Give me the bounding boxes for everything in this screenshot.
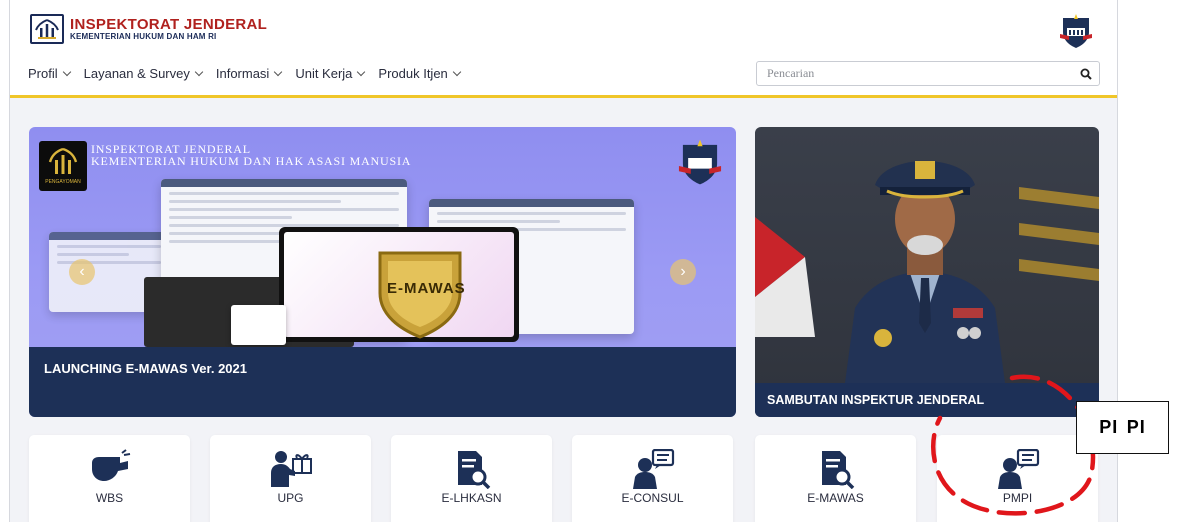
person-chat-icon: [997, 449, 1039, 489]
hero-slider[interactable]: PENGAYOMAN INSPEKTORAT JENDERAL KEMENTER…: [29, 127, 736, 417]
itjen-badge-icon: [674, 137, 726, 192]
search-input[interactable]: [757, 62, 1073, 85]
slide-org-name: INSPEKTORAT JENDERAL KEMENTERIAN HUKUM D…: [91, 143, 411, 167]
org-title: INSPEKTORAT JENDERAL: [70, 16, 268, 33]
chevron-down-icon: [274, 67, 283, 77]
slider-caption: LAUNCHING E-MAWAS Ver. 2021: [29, 347, 736, 417]
service-card-label: WBS: [95, 491, 124, 505]
service-card-wbs[interactable]: WBS: [29, 435, 190, 522]
service-card-label: E-MAWAS: [807, 491, 864, 505]
flag-decoration: [755, 217, 815, 337]
document-search-icon: [457, 451, 490, 489]
site-header: INSPEKTORAT JENDERAL KEMENTERIAN HUKUM D…: [10, 0, 1117, 98]
slider-caption-text: LAUNCHING E-MAWAS Ver. 2021: [44, 361, 247, 376]
search-box: [756, 61, 1100, 86]
pengayoman-logo-icon: PENGAYOMAN: [39, 141, 87, 191]
inspector-general-card[interactable]: SAMBUTAN INSPEKTUR JENDERAL: [755, 127, 1099, 417]
service-card-label: E-CONSUL: [621, 491, 684, 505]
itjen-badge-icon: [1057, 12, 1095, 55]
search-button[interactable]: [1073, 62, 1099, 85]
nav-item-label: Unit Kerja: [295, 66, 353, 81]
nav-item-label: Informasi: [215, 66, 270, 81]
service-card-label: UPG: [277, 491, 304, 505]
service-card-label: PMPI: [1002, 491, 1033, 505]
annotation-label: PI PI: [1099, 417, 1146, 437]
person-chat-icon: [632, 449, 674, 489]
nav-item-informasi[interactable]: Informasi: [215, 66, 283, 81]
chevron-down-icon: [357, 67, 366, 77]
chevron-down-icon: [62, 67, 71, 77]
service-card-e-consul[interactable]: E-CONSUL: [572, 435, 733, 522]
slider-prev-button[interactable]: ‹: [69, 259, 95, 285]
service-card-label: E-LHKASN: [441, 491, 502, 505]
service-card-upg[interactable]: UPG: [210, 435, 371, 522]
nav-item-profil[interactable]: Profil: [28, 66, 71, 81]
document-search-icon: [821, 451, 854, 489]
nav-item-produk-itjen[interactable]: Produk Itjen: [378, 66, 462, 81]
person-gift-icon: [270, 451, 312, 487]
whistle-icon: [91, 449, 130, 481]
nav-item-layanan-survey[interactable]: Layanan & Survey: [83, 66, 204, 81]
portrait-caption-text: SAMBUTAN INSPEKTUR JENDERAL: [767, 393, 985, 407]
service-card-pmpi[interactable]: PMPI: [937, 435, 1098, 522]
slide-org-line2: KEMENTERIAN HUKUM DAN HAK ASASI MANUSIA: [91, 154, 412, 168]
inspector-portrait: [845, 161, 1005, 383]
chevron-down-icon: [194, 67, 204, 77]
slider-next-button[interactable]: ›: [670, 259, 696, 285]
nav-item-label: Produk Itjen: [378, 66, 448, 81]
browser-viewport: INSPEKTORAT JENDERAL KEMENTERIAN HUKUM D…: [9, 0, 1118, 522]
nav-item-unit-kerja[interactable]: Unit Kerja: [295, 66, 366, 81]
site-logo[interactable]: INSPEKTORAT JENDERAL KEMENTERIAN HUKUM D…: [30, 14, 267, 44]
emawas-shield-label: E-MAWAS: [387, 280, 466, 297]
org-subtitle: KEMENTERIAN HUKUM DAN HAM RI: [70, 32, 217, 41]
service-card-e-mawas[interactable]: E-MAWAS: [755, 435, 916, 522]
annotation-label-box: PI PI: [1076, 401, 1169, 454]
logo-caption: PENGAYOMAN: [45, 179, 81, 185]
phone-mock: [231, 305, 286, 345]
portrait-caption: SAMBUTAN INSPEKTUR JENDERAL: [755, 383, 1099, 417]
main-nav: Profil Layanan & Survey Informasi Unit K…: [28, 66, 462, 81]
nav-item-label: Profil: [28, 66, 58, 81]
nav-item-label: Layanan & Survey: [83, 66, 190, 81]
search-icon: [1080, 68, 1092, 80]
pengayoman-logo-icon: [30, 14, 64, 44]
chevron-down-icon: [452, 67, 462, 77]
service-card-e-lhkasn[interactable]: E-LHKASN: [391, 435, 552, 522]
